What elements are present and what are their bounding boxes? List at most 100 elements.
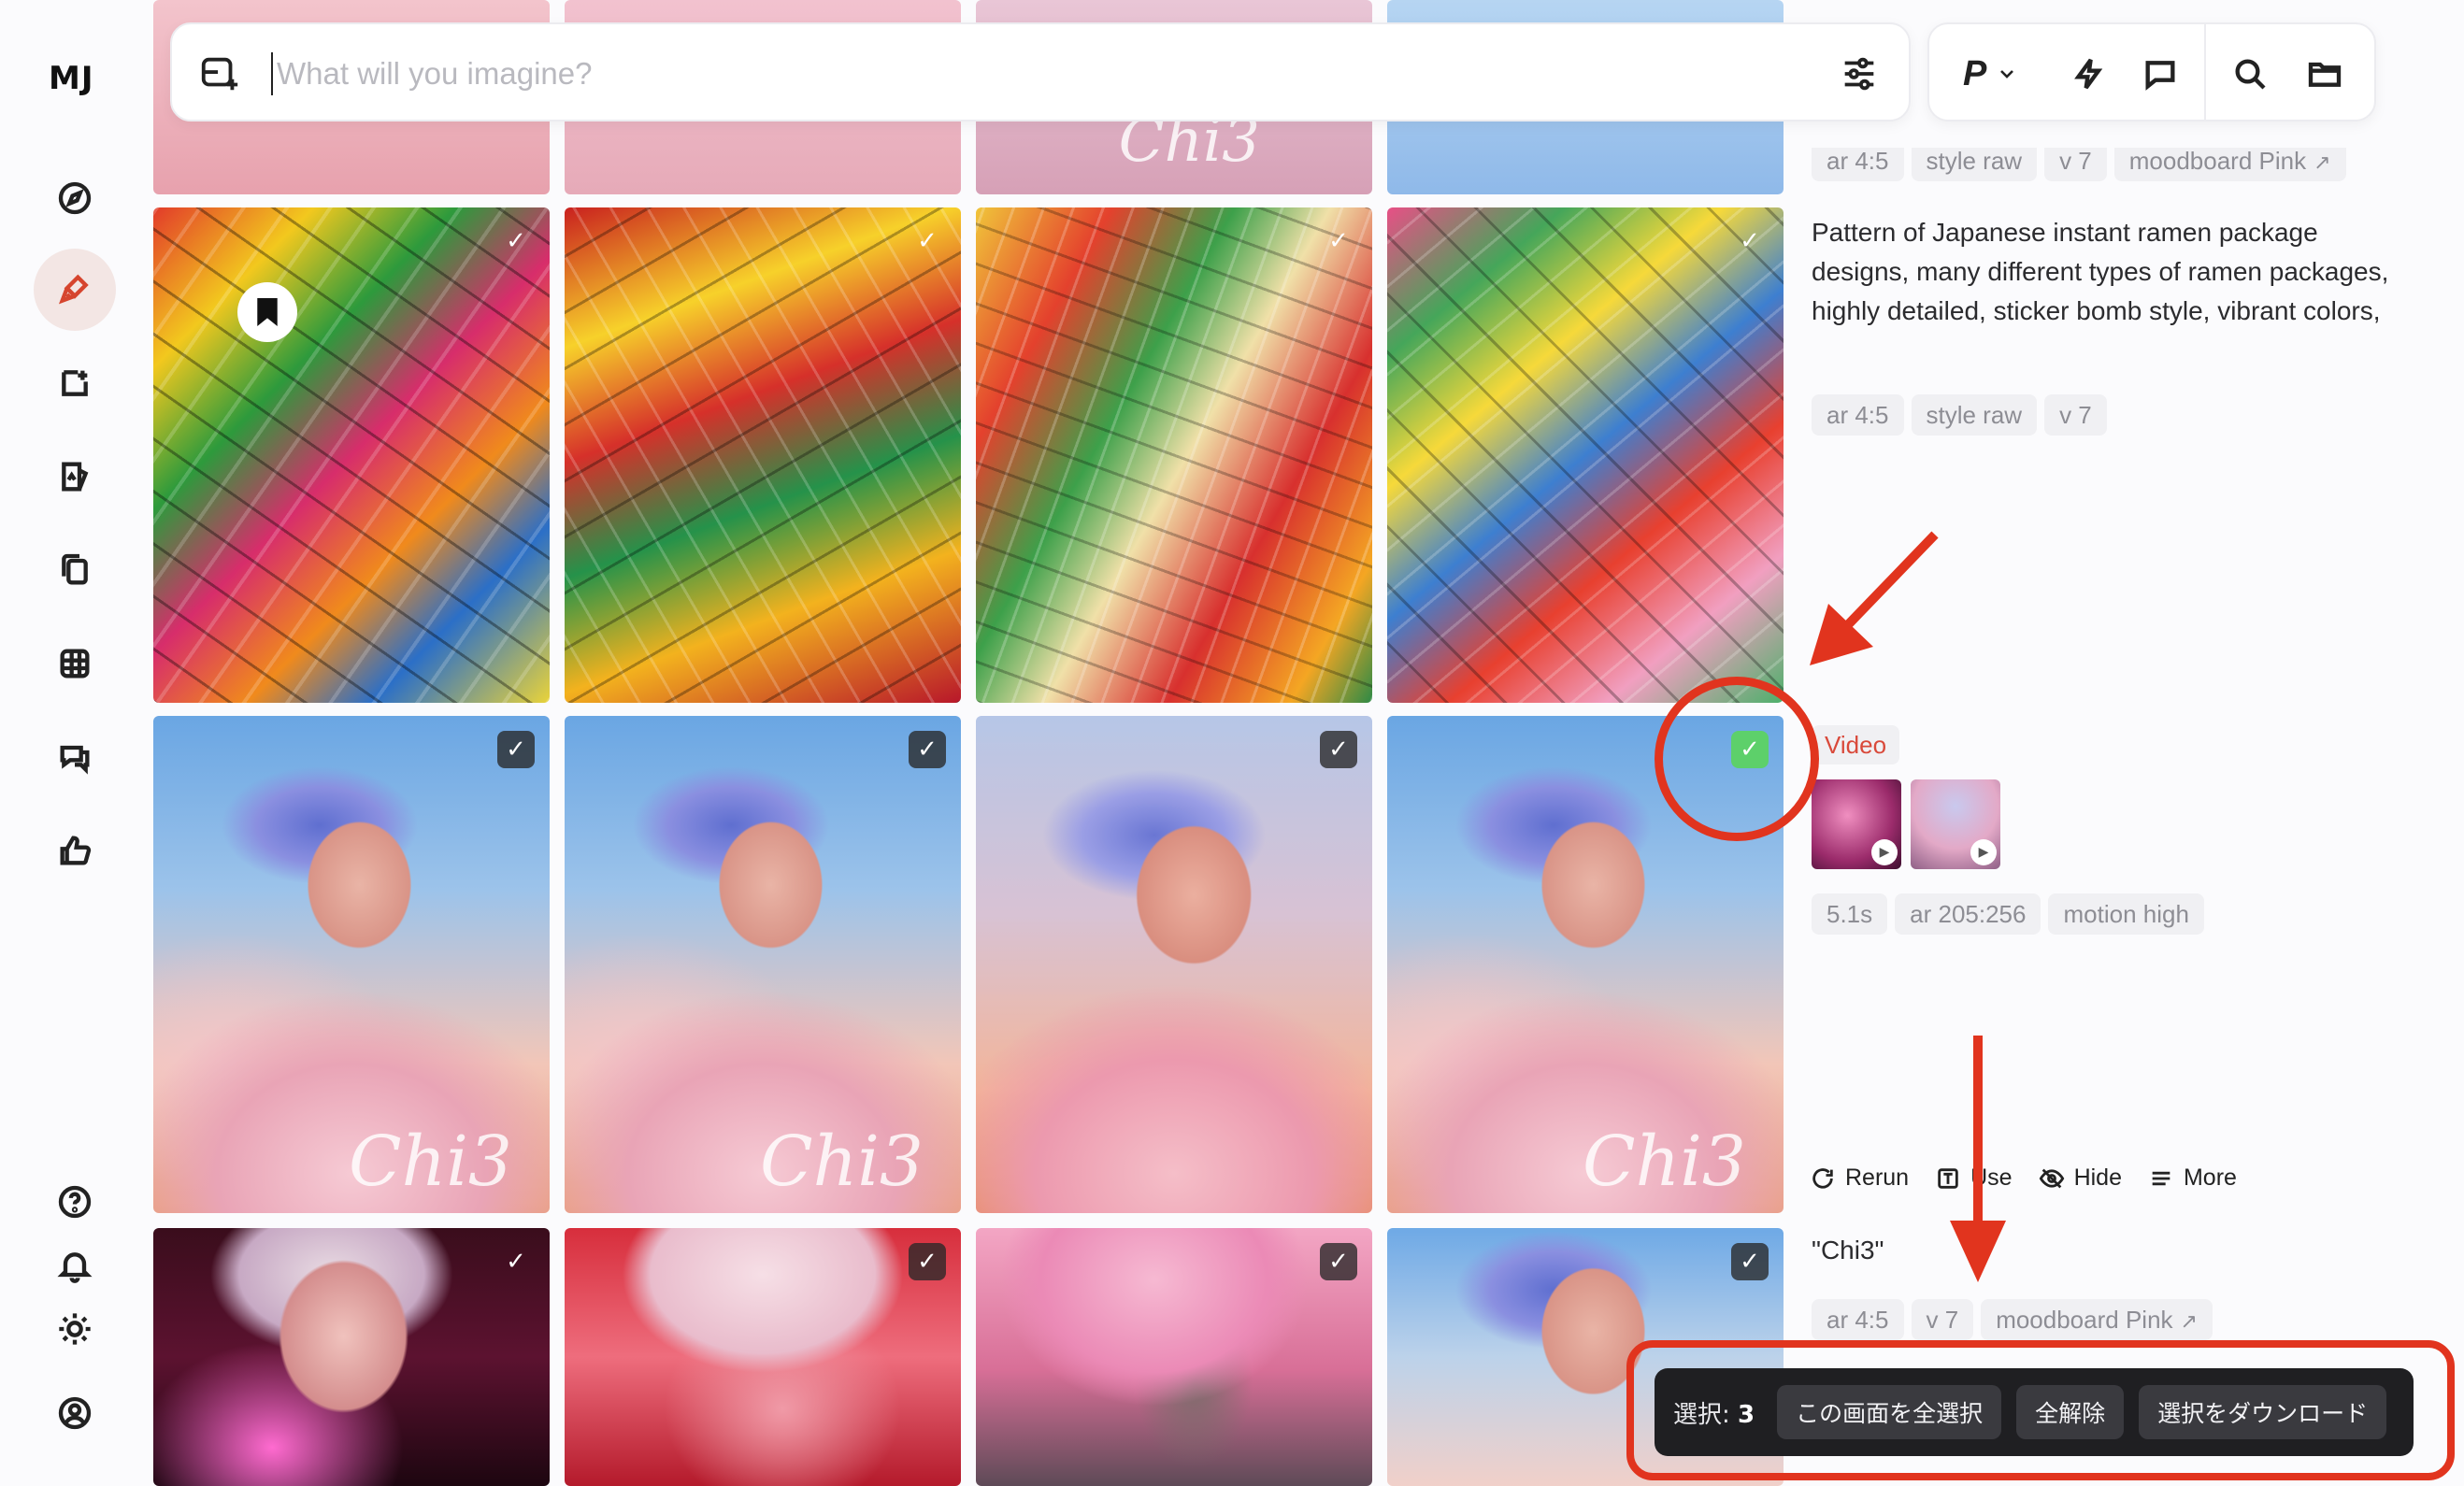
nav-theme[interactable]	[34, 1288, 116, 1370]
select-checkbox[interactable]: ✓	[497, 731, 535, 768]
param-chip[interactable]: 5.1s	[1812, 893, 1888, 935]
image-tile[interactable]: ✓	[976, 207, 1372, 703]
prompt-bar	[170, 22, 1911, 121]
video-thumbnail[interactable]: ▶	[1911, 779, 2000, 869]
copy-icon	[62, 553, 88, 585]
use-button[interactable]: Use	[1935, 1165, 2013, 1192]
select-checkbox[interactable]: ✓	[1731, 222, 1769, 260]
hide-label: Hide	[2073, 1165, 2122, 1191]
param-chip[interactable]: ar 4:5	[1812, 148, 1904, 181]
param-chip[interactable]: motion high	[2048, 893, 2204, 935]
sun-icon	[59, 1313, 91, 1345]
deselect-all-button[interactable]: 全解除	[2016, 1385, 2125, 1439]
video-thumbnail[interactable]: ▶	[1812, 779, 1901, 869]
image-tile[interactable]: ✓	[976, 1228, 1372, 1486]
download-selected-button[interactable]: 選択をダウンロード	[2139, 1385, 2387, 1439]
selection-count-label: 選択:	[1673, 1400, 1739, 1429]
image-tile[interactable]: ✓	[1387, 207, 1784, 703]
select-checkbox[interactable]: ✓	[1731, 1243, 1769, 1280]
moodboard-chip[interactable]: moodboard Pink ↗	[2113, 148, 2346, 181]
image-tile[interactable]: ✓ Chi3	[153, 716, 550, 1213]
param-chip[interactable]: v 7	[1911, 1299, 1974, 1340]
nav-personalize[interactable]	[34, 436, 116, 518]
watermark-text: Chi3	[348, 1122, 512, 1202]
param-chip[interactable]: style raw	[1911, 394, 2038, 436]
nav-rank[interactable]	[34, 809, 116, 892]
nav-account[interactable]	[34, 1372, 116, 1454]
external-link-icon: ↗	[2180, 1309, 2198, 1333]
select-checkbox[interactable]: ✓	[1320, 1243, 1357, 1280]
chip-row: ar 4:5 style raw v 7	[1812, 394, 2114, 436]
nav-create[interactable]	[34, 249, 116, 331]
eye-off-icon	[2039, 1168, 2064, 1188]
param-chip[interactable]: ar 4:5	[1812, 1299, 1904, 1340]
bookmark-button[interactable]	[237, 282, 297, 342]
bookmark-icon	[257, 298, 278, 326]
use-label: Use	[1970, 1165, 2013, 1191]
nav-edit[interactable]	[34, 342, 116, 424]
image-tile[interactable]: ✓ Chi3	[1387, 716, 1784, 1213]
text-box-icon	[1938, 1167, 1958, 1189]
nav-organize[interactable]	[34, 529, 116, 611]
chat-icon	[60, 745, 90, 775]
external-link-icon: ↗	[2314, 150, 2331, 174]
image-tile[interactable]: ✓	[976, 716, 1372, 1213]
prompt-input[interactable]	[277, 47, 1772, 101]
select-checkbox[interactable]: ✓	[497, 1243, 535, 1280]
nav-chat[interactable]	[34, 716, 116, 798]
watermark-text: Chi3	[759, 1122, 924, 1202]
nav-explore[interactable]	[34, 157, 116, 239]
moodboard-chip[interactable]: moodboard Pink ↗	[1981, 1299, 2213, 1340]
select-checkbox[interactable]: ✓	[909, 1243, 946, 1280]
user-icon	[58, 1396, 92, 1430]
nav-moodboards[interactable]	[34, 622, 116, 705]
more-button[interactable]: More	[2148, 1165, 2237, 1192]
grid-icon	[60, 649, 90, 679]
bell-icon	[57, 1252, 93, 1283]
select-checkbox-checked[interactable]: ✓	[1731, 731, 1769, 768]
add-image-icon[interactable]	[198, 52, 241, 95]
image-tile[interactable]: ✓ Chi3	[565, 716, 961, 1213]
param-chip[interactable]: ar 4:5	[1812, 394, 1904, 436]
image-grid: Chi3 ✓ ✓ ✓ ✓ ✓ Chi3 ✓ Chi3 ✓ ✓ Chi3 ✓ ✓ …	[153, 0, 1785, 1486]
image-tile[interactable]: ✓	[565, 207, 961, 703]
param-chip[interactable]: v 7	[2044, 148, 2107, 181]
param-chip[interactable]: v 7	[2044, 394, 2107, 436]
image-tile[interactable]: ✓	[153, 207, 550, 703]
param-chip[interactable]: ar 205:256	[1895, 893, 2041, 935]
select-checkbox[interactable]: ✓	[909, 222, 946, 260]
job-prompt-text[interactable]: Pattern of Japanese instant ramen packag…	[1812, 213, 2391, 331]
chip-row-top: ar 4:5 style raw v 7 moodboard Pink ↗	[1812, 148, 2354, 181]
play-icon: ▶	[1871, 839, 1898, 865]
select-checkbox[interactable]: ✓	[497, 222, 535, 260]
details-panel: ar 4:5 style raw v 7 moodboard Pink ↗ Patter…	[1810, 0, 2464, 1486]
personalize-icon	[62, 462, 89, 492]
chip-row: ar 4:5 v 7 moodboard Pink ↗	[1812, 1299, 2220, 1340]
logo[interactable]: MJ	[49, 60, 93, 97]
image-tile[interactable]: ✓	[153, 1228, 550, 1486]
rerun-icon	[1812, 1167, 1833, 1189]
select-checkbox[interactable]: ✓	[909, 731, 946, 768]
rerun-button[interactable]: Rerun	[1810, 1165, 1909, 1192]
select-checkbox[interactable]: ✓	[1320, 222, 1357, 260]
select-checkbox[interactable]: ✓	[1320, 731, 1357, 768]
selection-count: 選択: 3	[1673, 1395, 1762, 1430]
job-prompt-text[interactable]: "Chi3"	[1812, 1236, 1884, 1265]
image-tile[interactable]: ✓	[565, 1228, 961, 1486]
selection-toolbar: 選択: 3 この画面を全選択 全解除 選択をダウンロード	[1655, 1368, 2414, 1456]
sidebar: MJ	[0, 0, 150, 1486]
select-all-button[interactable]: この画面を全選択	[1777, 1385, 2002, 1439]
video-tag: Video	[1812, 725, 1900, 764]
hide-button[interactable]: Hide	[2039, 1165, 2122, 1192]
selection-count-value: 3	[1738, 1400, 1755, 1429]
edit-icon	[62, 370, 88, 396]
param-chip[interactable]: style raw	[1911, 148, 2038, 181]
help-icon	[58, 1185, 92, 1219]
chip-row: 5.1s ar 205:256 motion high	[1812, 893, 2212, 935]
brush-icon	[58, 274, 89, 305]
more-label: More	[2183, 1165, 2237, 1191]
menu-icon	[2152, 1171, 2170, 1185]
watermark-text: Chi3	[1582, 1122, 1746, 1202]
compass-icon	[58, 181, 92, 215]
rerun-label: Rerun	[1845, 1165, 1910, 1191]
